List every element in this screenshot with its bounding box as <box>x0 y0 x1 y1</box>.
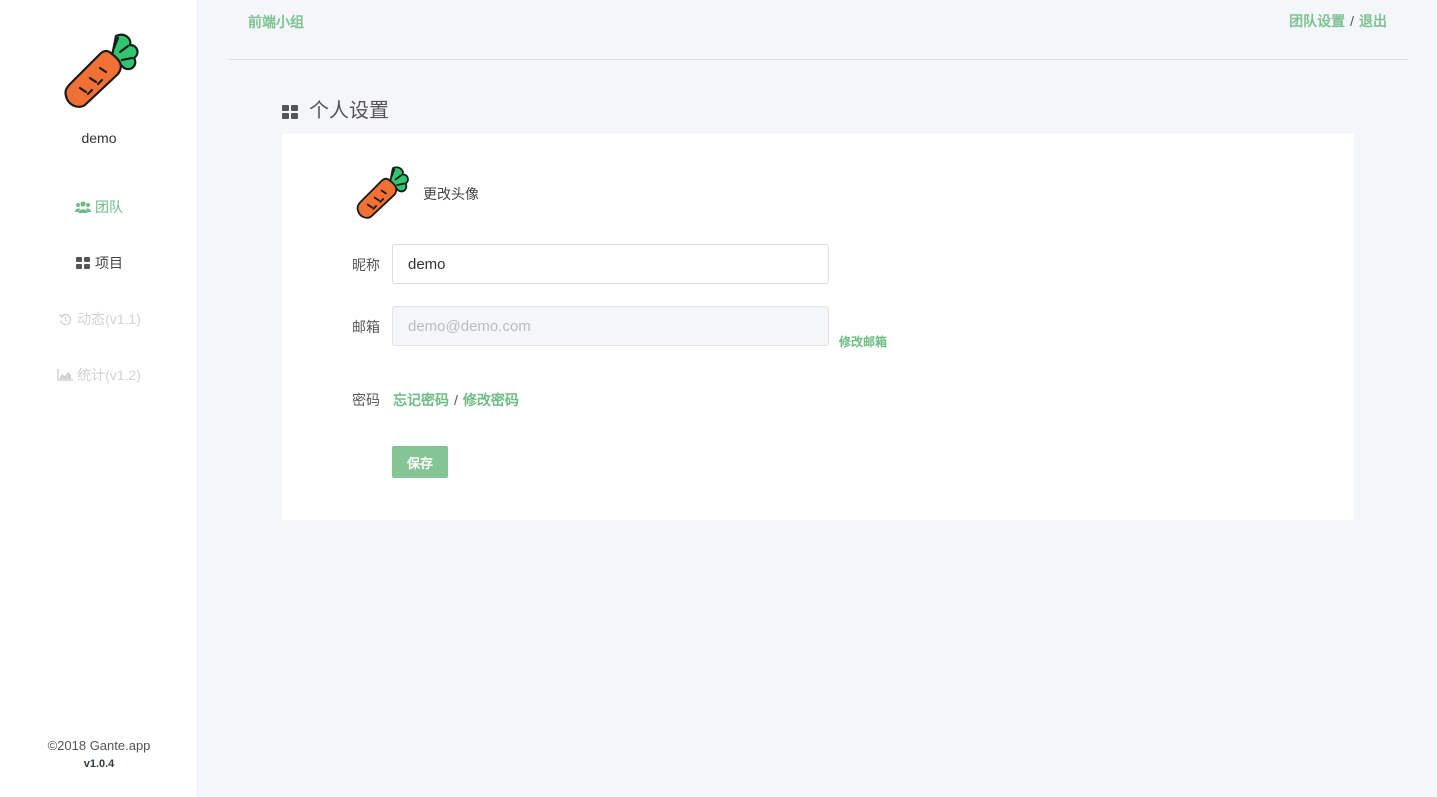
sidebar-item-label: 项目 <box>95 255 123 271</box>
logout-link[interactable]: 退出 <box>1359 13 1387 29</box>
page-title-text: 个人设置 <box>309 100 389 122</box>
page-title: 个人设置 <box>282 94 389 123</box>
history-icon <box>57 312 73 326</box>
sidebar-item-activity[interactable]: 动态(v1.1) <box>0 304 198 334</box>
sidebar-item-team[interactable]: 团队 <box>0 192 198 222</box>
sidebar-item-label: 动态(v1.1) <box>77 311 141 327</box>
password-links: 忘记密码 / 修改密码 <box>393 390 519 410</box>
version-label: v1.0.4 <box>83 758 115 770</box>
users-icon <box>75 200 91 214</box>
nickname-input[interactable] <box>392 244 829 284</box>
change-password-link[interactable]: 修改密码 <box>463 392 519 408</box>
team-settings-link[interactable]: 团队设置 <box>1289 13 1345 29</box>
forgot-password-link[interactable]: 忘记密码 <box>393 392 449 408</box>
grid-icon <box>75 256 91 270</box>
copyright: ©2018 Gante.app <box>47 738 151 753</box>
sidebar-item-statistics[interactable]: 统计(v1.2) <box>0 360 198 390</box>
email-field <box>392 306 829 346</box>
separator: / <box>1350 13 1354 29</box>
settings-card: 更改头像 昵称 邮箱 修改邮箱 密码 忘记密码 / 修改密码 保存 <box>282 134 1354 520</box>
sidebar-item-projects[interactable]: 项目 <box>0 248 198 278</box>
email-label: 邮箱 <box>352 319 380 335</box>
top-links: 团队设置 / 退出 <box>1289 11 1387 31</box>
area-chart-icon <box>57 368 74 382</box>
sidebar: demo 团队 项目 动态(v1.1) 统计(v1.2) ©2018 Gante… <box>0 0 198 797</box>
save-button[interactable]: 保存 <box>392 446 448 478</box>
grid-icon <box>282 102 298 119</box>
change-avatar-link[interactable]: 更改头像 <box>423 184 479 204</box>
sidebar-username: demo <box>81 130 117 146</box>
separator: / <box>454 392 458 408</box>
password-label: 密码 <box>352 392 380 408</box>
nickname-label: 昵称 <box>352 257 380 273</box>
team-name-link[interactable]: 前端小组 <box>248 12 304 32</box>
avatar[interactable] <box>352 164 410 220</box>
sidebar-item-label: 团队 <box>95 199 123 215</box>
carrot-logo-icon <box>58 30 140 110</box>
sidebar-item-label: 统计(v1.2) <box>77 367 141 383</box>
top-bar: 前端小组 团队设置 / 退出 <box>229 0 1408 60</box>
change-email-link[interactable]: 修改邮箱 <box>839 333 887 350</box>
